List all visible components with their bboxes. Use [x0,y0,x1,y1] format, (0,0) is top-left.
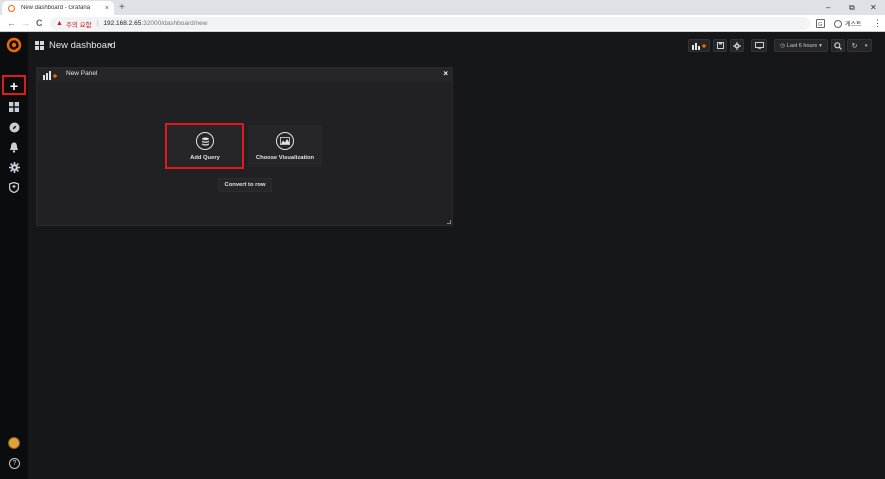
choose-visualization-label: Choose Visualization [255,155,315,161]
user-avatar[interactable] [8,437,20,449]
server-admin-shield-icon[interactable] [0,177,28,197]
close-window-button[interactable]: ✕ [870,0,877,15]
add-panel-button[interactable] [688,39,710,52]
dashboard-title[interactable]: New dashboard [49,40,116,51]
browser-tab-strip: New dashboard - Grafana × + – ⧉ ✕ [0,0,885,15]
time-range-label: Last 6 hours [786,42,818,49]
time-range-caret-icon: ▾ [819,42,822,49]
dashboard-grid-icon [35,41,44,50]
monitor-icon [754,42,764,49]
tab-close-icon[interactable]: × [105,5,109,12]
help-icon[interactable]: ? [9,458,20,469]
reload-icon[interactable]: C [36,17,43,30]
save-dashboard-button[interactable] [713,39,727,52]
omnibox-separator: | [96,20,99,27]
configuration-gear-icon[interactable] [0,157,28,177]
panel-chart-icon [43,71,57,80]
alerting-bell-icon[interactable] [0,137,28,157]
choose-visualization-button[interactable]: Choose Visualization [248,125,322,167]
minimize-button[interactable]: – [826,0,830,15]
svg-text:G: G [818,22,822,28]
add-query-highlight-box [165,123,244,169]
back-icon[interactable]: ← [7,17,16,30]
cycle-view-mode-button[interactable] [751,39,767,52]
profile-button[interactable]: 게스트 [834,17,862,30]
panel-header[interactable]: New Panel × [37,68,452,82]
browser-menu-icon[interactable]: ⋮ [873,17,882,30]
save-icon [716,42,724,49]
visualization-chart-icon [276,132,294,150]
panel-close-icon[interactable]: × [443,69,448,78]
convert-to-row-button[interactable]: Convert to row [218,178,272,192]
side-menu: + [0,33,28,479]
url-path: :32000/dashboard/new [141,20,208,27]
grafana-favicon-icon [8,4,15,12]
settings-gear-icon [733,41,741,50]
address-bar[interactable]: ▲ 주의 요함 | 192.168.2.65 :32000/dashboard/… [50,17,810,30]
dashboard-settings-button[interactable] [730,39,744,52]
refresh-caret-icon[interactable]: ▾ [865,43,868,49]
panel-title: New Panel [66,70,98,77]
zoom-out-button[interactable] [831,39,845,52]
refresh-icon: ↻ [851,42,858,50]
restore-button[interactable]: ⧉ [849,0,855,15]
browser-tab[interactable]: New dashboard - Grafana × [2,1,114,15]
grafana-logo-icon[interactable] [6,37,22,53]
time-range-picker[interactable]: ◷ Last 6 hours ▾ [774,39,828,52]
security-warning[interactable]: 주의 요함 [66,19,92,29]
refresh-button[interactable]: ↻ ▾ [847,39,872,52]
url-host: 192.168.2.65 [103,20,142,27]
new-panel: New Panel × Add Query Choose Visualizati… [36,67,453,226]
tab-title: New dashboard - Grafana [21,5,91,11]
panel-resize-handle[interactable] [447,220,451,224]
create-highlight-box [2,75,26,95]
explore-compass-icon[interactable] [0,117,28,137]
add-panel-icon [692,42,706,50]
profile-icon [834,19,842,28]
clock-icon: ◷ [780,42,785,49]
dashboards-icon[interactable] [0,97,28,117]
dashboard-navbar: New dashboard ▾ ◷ Last 6 hours ▾ ↻ ▾ [28,33,885,59]
browser-toolbar: ← → C ▲ 주의 요함 | 192.168.2.65 :32000/dash… [0,15,885,32]
dashboard-caret-icon[interactable]: ▾ [109,42,112,49]
profile-name: 게스트 [845,22,862,28]
new-tab-button[interactable]: + [119,1,125,14]
translate-icon[interactable]: G [816,17,825,30]
warning-icon: ▲ [56,20,63,27]
forward-icon[interactable]: → [21,17,30,30]
search-zoom-icon [834,41,842,50]
